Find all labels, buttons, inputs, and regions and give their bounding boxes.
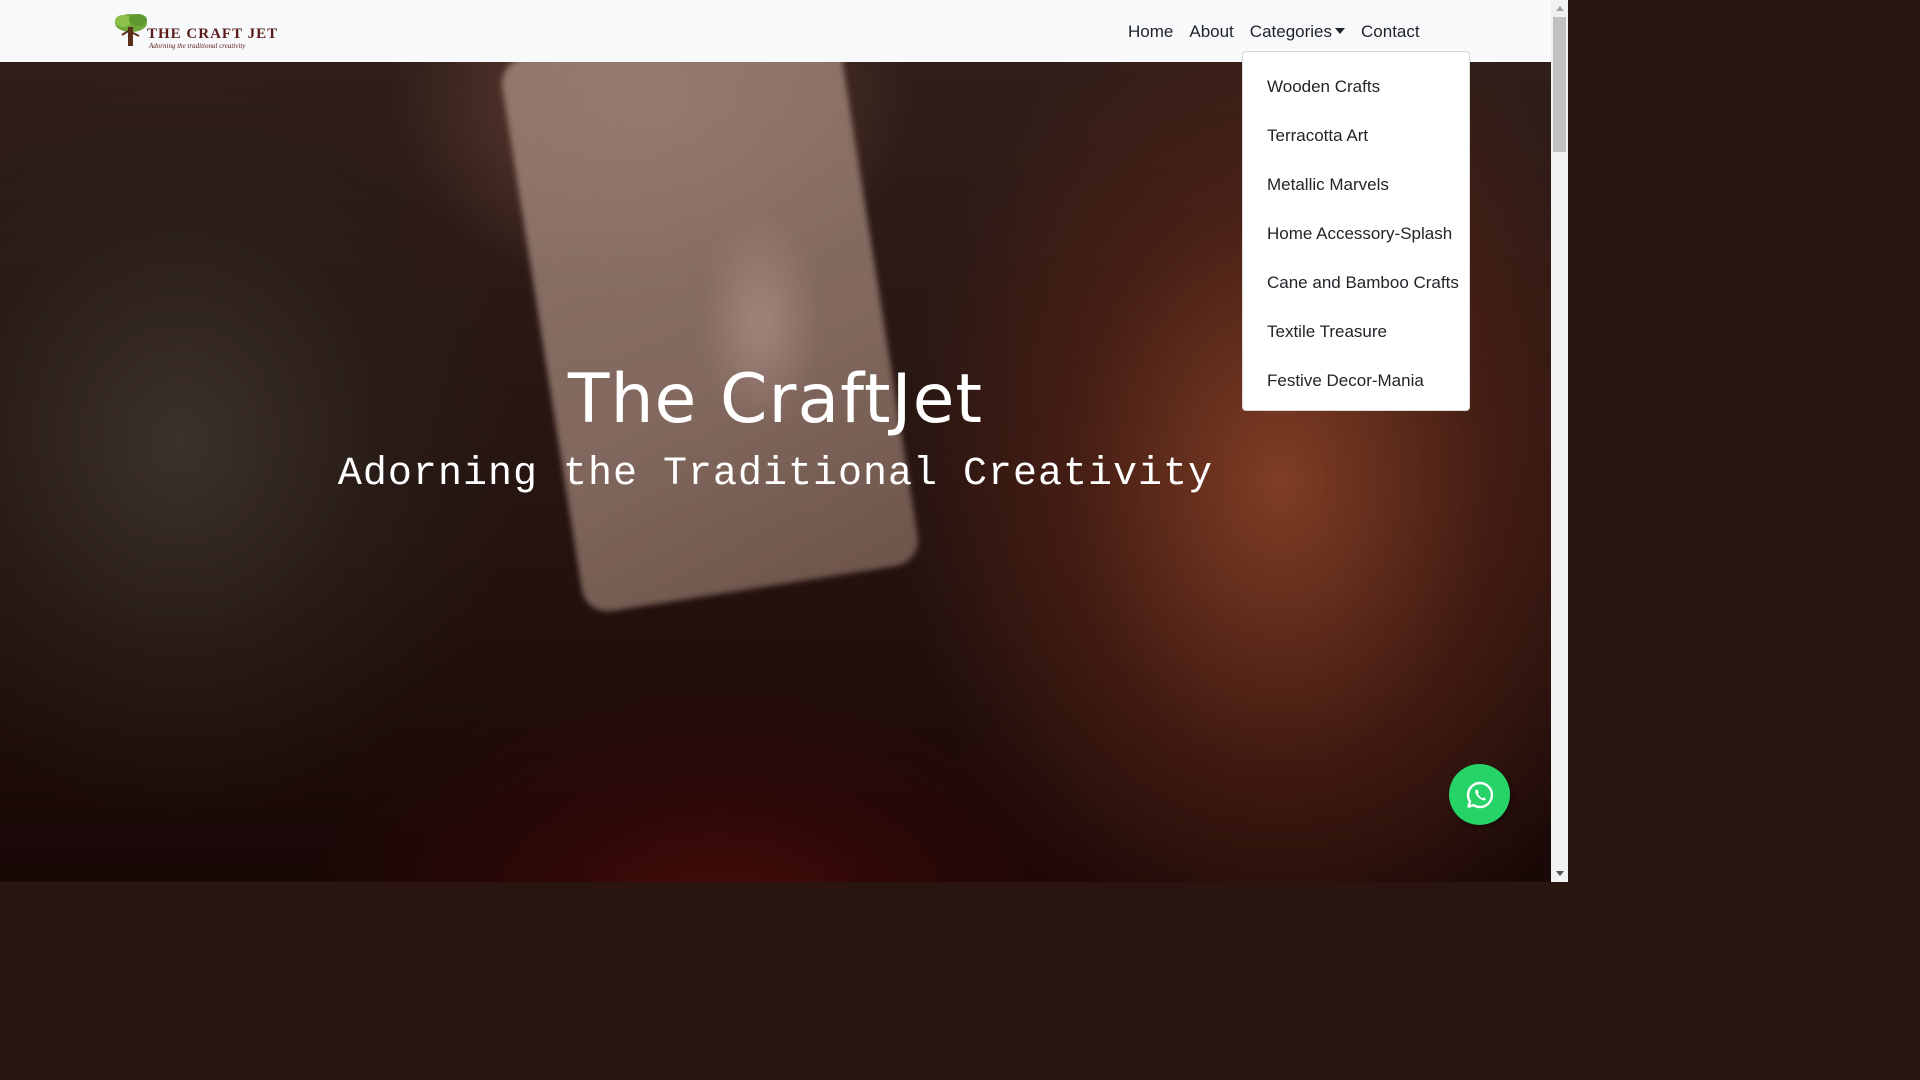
brand-logo[interactable]: THE CRAFT JET Adorning the traditional c… xyxy=(113,12,281,52)
scroll-thumb[interactable] xyxy=(1553,17,1566,152)
logo-name: THE CRAFT JET xyxy=(147,26,279,42)
nav-categories-label: Categories xyxy=(1249,22,1333,41)
nav-contact-link[interactable]: Contact xyxy=(1353,20,1428,44)
category-metallic-marvels[interactable]: Metallic Marvels xyxy=(1243,160,1469,209)
logo-tagline: Adorning the traditional creativity xyxy=(149,42,246,50)
nav-categories-toggle[interactable]: Categories xyxy=(1242,20,1353,44)
nav-home-link[interactable]: Home xyxy=(1120,20,1181,44)
category-festive-decor-mania[interactable]: Festive Decor-Mania xyxy=(1243,356,1469,405)
category-home-accessory-splash[interactable]: Home Accessory-Splash xyxy=(1243,209,1469,258)
categories-dropdown: Wooden Crafts Terracotta Art Metallic Ma… xyxy=(1242,51,1470,411)
scroll-down-arrow-icon[interactable] xyxy=(1551,865,1568,882)
whatsapp-icon xyxy=(1466,781,1493,808)
whatsapp-button[interactable] xyxy=(1449,764,1510,825)
scroll-up-arrow-icon[interactable] xyxy=(1551,0,1568,17)
category-cane-bamboo-crafts[interactable]: Cane and Bamboo Crafts xyxy=(1243,258,1469,307)
category-textile-treasure[interactable]: Textile Treasure xyxy=(1243,307,1469,356)
tree-icon xyxy=(115,14,147,46)
category-terracotta-art[interactable]: Terracotta Art xyxy=(1243,111,1469,160)
vertical-scrollbar[interactable] xyxy=(1551,0,1568,882)
caret-down-icon xyxy=(1335,28,1346,34)
category-wooden-crafts[interactable]: Wooden Crafts xyxy=(1243,62,1469,111)
nav-about-link[interactable]: About xyxy=(1181,20,1241,44)
nav-menu: Home About Categories Contact xyxy=(1120,20,1428,44)
hero-subtitle: Adorning the Traditional Creativity xyxy=(337,452,1214,497)
